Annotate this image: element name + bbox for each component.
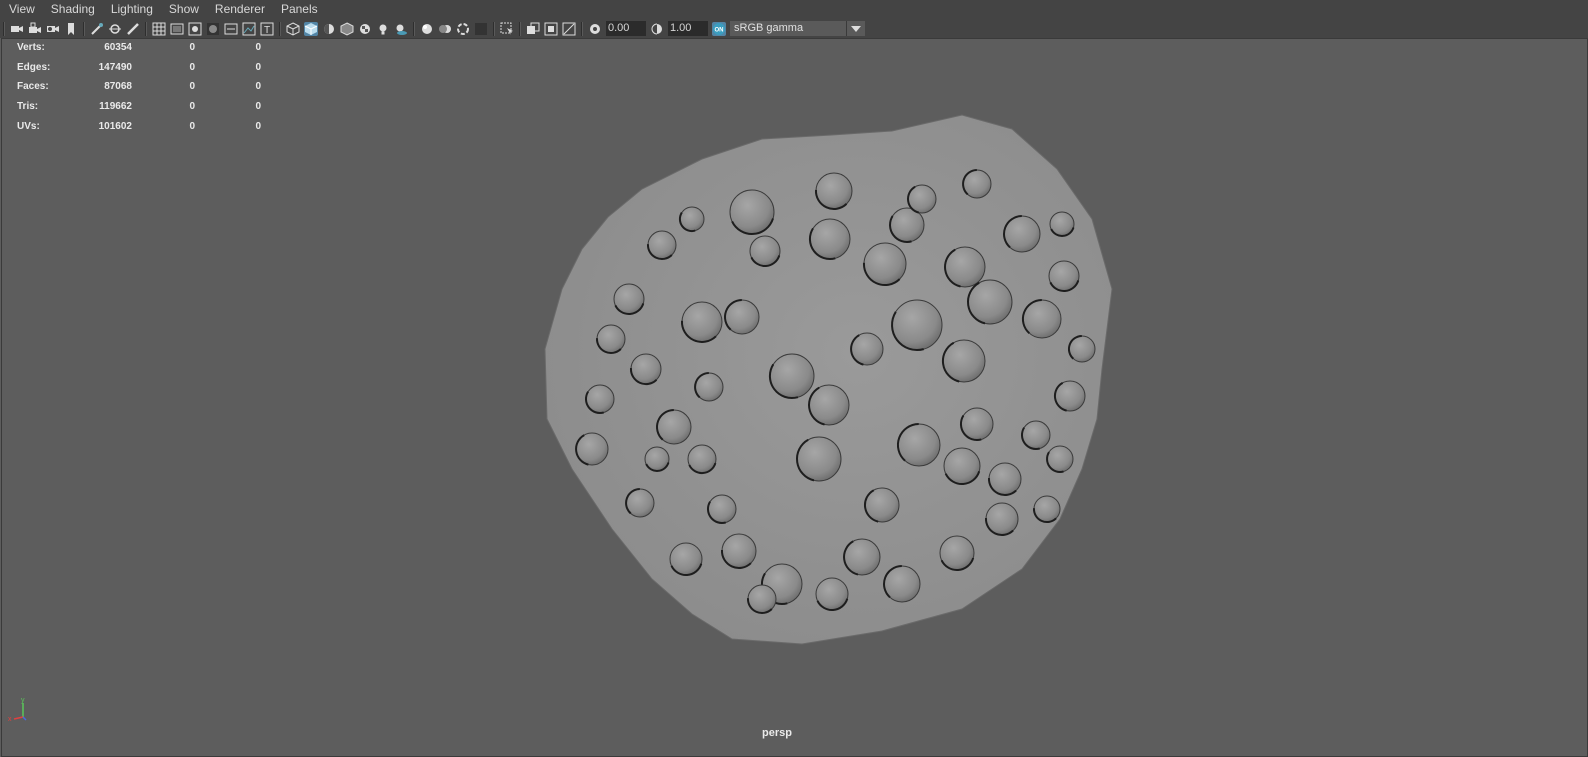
toolbar-handle[interactable]	[3, 21, 5, 36]
grease-pencil-icon[interactable]	[126, 22, 140, 36]
toolbar-separator	[145, 21, 147, 36]
hud-label: UVs:	[17, 120, 40, 132]
lock-camera-icon[interactable]	[28, 22, 42, 36]
grid-icon[interactable]	[152, 22, 166, 36]
safe-action-icon[interactable]	[242, 22, 256, 36]
colorspace-dropdown-arrow[interactable]	[846, 21, 865, 36]
2d-pan-zoom-icon[interactable]	[108, 22, 122, 36]
toolbar-separator	[493, 21, 495, 36]
menu-lighting[interactable]: Lighting	[102, 0, 160, 19]
hud-value-component: 0	[255, 42, 261, 53]
toolbar-separator	[519, 21, 521, 36]
gamma-icon[interactable]	[650, 22, 664, 36]
hud-value-component: 0	[255, 61, 261, 73]
colorspace-dropdown[interactable]: sRGB gamma	[730, 21, 846, 36]
hud-value-component: 0	[255, 120, 261, 132]
exposure-icon[interactable]	[588, 22, 602, 36]
toolbar-separator	[581, 21, 583, 36]
hud-label: Faces:	[17, 81, 49, 93]
gate-mask-icon[interactable]	[206, 22, 220, 36]
exposure-field[interactable]: 0.00	[606, 21, 646, 36]
backface-culling-icon[interactable]	[562, 22, 576, 36]
film-gate-icon[interactable]	[170, 22, 184, 36]
3d-viewport[interactable]: Verts: 60354 0 0 Edges: 147490 0 0 Faces…	[1, 38, 1588, 757]
hud-value-selected: 0	[189, 120, 195, 132]
smooth-shade-icon[interactable]	[304, 21, 318, 36]
camera-attributes-icon[interactable]	[46, 22, 60, 36]
sculpted-mesh-object[interactable]	[2, 39, 1587, 756]
bookmark-icon[interactable]	[64, 22, 78, 36]
field-chart-icon[interactable]	[224, 22, 238, 36]
panel-toolbar: T 0.00 1.00 ON sRGB gamma	[0, 19, 1588, 38]
menu-panels[interactable]: Panels	[272, 0, 325, 19]
screen-space-ao-icon[interactable]	[420, 22, 434, 36]
resolution-gate-icon[interactable]	[188, 22, 202, 36]
wireframe-icon[interactable]	[286, 21, 300, 36]
hud-value-selected: 0	[189, 61, 195, 73]
menu-view[interactable]: View	[0, 0, 42, 19]
chevron-down-icon	[851, 25, 861, 32]
textured-icon[interactable]	[358, 22, 372, 36]
isolate-select-icon[interactable]	[500, 22, 514, 36]
toolbar-separator	[413, 21, 415, 36]
view-axis-icon: y x	[8, 697, 27, 723]
hud-value-total: 101602	[98, 120, 132, 132]
hud-value-component: 0	[255, 81, 261, 93]
x-ray-joints-icon[interactable]	[544, 22, 558, 36]
color-management-toggle[interactable]: ON	[712, 21, 726, 36]
hud-label: Verts:	[17, 42, 45, 53]
motion-blur-icon[interactable]	[438, 22, 452, 36]
select-camera-icon[interactable]	[10, 22, 24, 36]
toolbar-separator	[83, 21, 85, 36]
menu-shading[interactable]: Shading	[42, 0, 102, 19]
menu-show[interactable]: Show	[160, 0, 206, 19]
svg-text:T: T	[264, 25, 270, 36]
anti-aliasing-icon[interactable]	[456, 22, 470, 36]
hud-label: Tris:	[17, 101, 39, 113]
depth-of-field-icon[interactable]	[474, 22, 488, 36]
toolbar-separator	[279, 21, 281, 36]
panel-menubar: View Shading Lighting Show Renderer Pane…	[0, 0, 1588, 19]
hud-value-total: 119662	[99, 101, 132, 113]
hud-value-selected: 0	[189, 81, 195, 93]
hud-value-total: 87068	[104, 81, 132, 93]
hud-value-component: 0	[255, 101, 261, 113]
hud-value-selected: 0	[189, 42, 195, 53]
maya-viewport-panel: View Shading Lighting Show Renderer Pane…	[0, 0, 1588, 757]
wireframe-on-shaded-icon[interactable]	[340, 21, 354, 36]
camera-name-label: persp	[762, 727, 792, 739]
menu-renderer[interactable]: Renderer	[206, 0, 272, 19]
hud-value-selected: 0	[189, 101, 195, 113]
image-plane-icon[interactable]	[90, 22, 104, 36]
hud-value-total: 60354	[104, 42, 132, 53]
gamma-field[interactable]: 1.00	[668, 21, 708, 36]
use-all-lights-icon[interactable]	[376, 22, 390, 36]
shadows-icon[interactable]	[394, 22, 408, 36]
axis-x-label: x	[8, 716, 12, 723]
hud-value-total: 147490	[98, 61, 132, 73]
x-ray-icon[interactable]	[526, 22, 540, 36]
color-management-badge-text: ON	[715, 27, 724, 33]
safe-title-icon[interactable]: T	[260, 22, 274, 36]
hud-label: Edges:	[17, 61, 51, 73]
default-material-icon[interactable]	[322, 22, 336, 36]
axis-y-label: y	[21, 697, 25, 704]
